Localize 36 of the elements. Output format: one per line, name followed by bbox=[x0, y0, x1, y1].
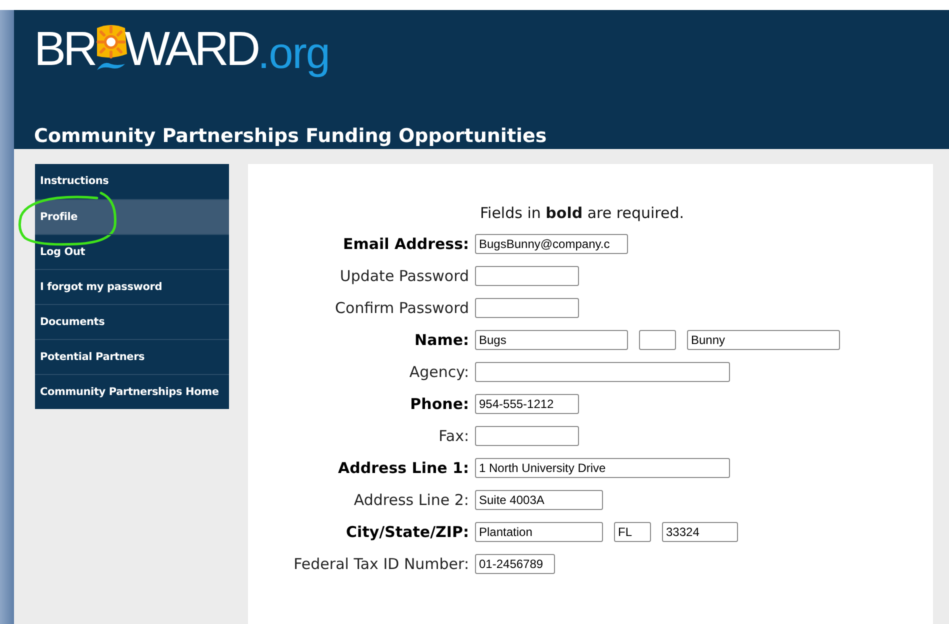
input-field[interactable] bbox=[475, 298, 579, 318]
input-field[interactable]: Bunny bbox=[687, 330, 840, 350]
sidebar-item[interactable]: Log Out bbox=[35, 234, 229, 269]
field-label: Name: bbox=[414, 331, 470, 349]
input-field[interactable] bbox=[475, 362, 730, 382]
field-label: Phone: bbox=[409, 395, 470, 413]
input-field[interactable]: 33324 bbox=[662, 522, 738, 542]
input-field[interactable]: FL bbox=[614, 522, 651, 542]
field-label: Email Address: bbox=[342, 235, 470, 253]
input-field[interactable]: Suite 4003A bbox=[475, 490, 603, 510]
input-field[interactable]: 954-555-1212 bbox=[475, 394, 579, 414]
field-label: Fax: bbox=[438, 427, 470, 445]
input-field[interactable]: Bugs bbox=[475, 330, 628, 350]
field-label: Address Line 1: bbox=[337, 459, 470, 477]
input-field[interactable]: 01-2456789 bbox=[475, 554, 555, 574]
site-logo[interactable]: BR WARD.org bbox=[34, 18, 949, 90]
input-field[interactable] bbox=[475, 266, 579, 286]
sidebar-item[interactable]: Instructions bbox=[35, 164, 229, 199]
field-label: Confirm Password bbox=[334, 299, 470, 317]
field-label: Agency: bbox=[408, 363, 470, 381]
sidebar-item[interactable]: Potential Partners bbox=[35, 339, 229, 374]
field-label: Federal Tax ID Number: bbox=[292, 555, 470, 573]
field-label: Address Line 2: bbox=[352, 491, 470, 509]
input-field[interactable] bbox=[639, 330, 676, 350]
field-label: Update Password bbox=[338, 267, 470, 285]
input-field[interactable] bbox=[475, 426, 579, 446]
input-field[interactable]: 1 North University Drive bbox=[475, 458, 730, 478]
required-note: Fields in bold are required. bbox=[480, 204, 685, 222]
page-title: Community Partnerships Funding Opportunities bbox=[34, 125, 548, 147]
field-label: City/State/ZIP: bbox=[345, 523, 470, 541]
sidebar-item[interactable]: Profile bbox=[35, 199, 229, 234]
input-field[interactable]: BugsBunny@company.c bbox=[475, 234, 628, 254]
sidebar-item[interactable]: I forgot my password bbox=[35, 269, 229, 304]
input-field[interactable]: Plantation bbox=[475, 522, 603, 542]
sidebar-item[interactable]: Documents bbox=[35, 304, 229, 339]
sidebar-item[interactable]: Community Partnerships Home bbox=[35, 374, 229, 409]
